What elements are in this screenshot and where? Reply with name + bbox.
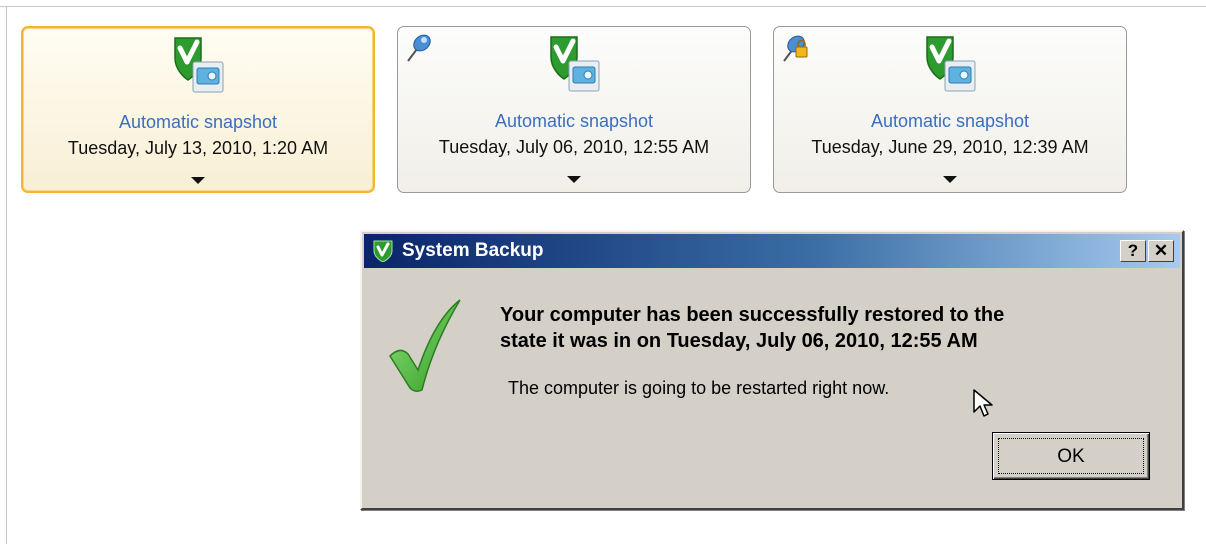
- success-message-line-1: Your computer has been successfully rest…: [500, 304, 1005, 326]
- system-backup-dialog: System Backup ? ✕ Your computer has been…: [360, 230, 1184, 510]
- snapshot-disk-icon: [926, 36, 976, 92]
- ok-button-label: OK: [998, 438, 1144, 474]
- snapshot-title[interactable]: Automatic snapshot: [23, 112, 373, 133]
- restart-notice: The computer is going to be restarted ri…: [508, 378, 890, 398]
- close-button[interactable]: ✕: [1148, 240, 1174, 262]
- success-check-icon: [389, 299, 461, 393]
- window-border-top: [0, 6, 1206, 7]
- snapshot-disk-icon: [550, 36, 600, 92]
- dropdown-arrow-icon[interactable]: [567, 176, 581, 183]
- snapshot-card-1[interactable]: Automatic snapshot Tuesday, July 13, 201…: [21, 26, 375, 193]
- locked-pin-icon: [783, 35, 808, 62]
- snapshot-card-2[interactable]: Automatic snapshot Tuesday, July 06, 201…: [397, 26, 751, 193]
- dialog-titlebar[interactable]: System Backup ? ✕: [364, 234, 1180, 268]
- success-message: Your computer has been successfully rest…: [500, 302, 1140, 354]
- snapshot-title[interactable]: Automatic snapshot: [774, 111, 1126, 132]
- ok-button[interactable]: OK: [992, 432, 1150, 480]
- snapshot-date: Tuesday, July 13, 2010, 1:20 AM: [67, 138, 329, 158]
- app-shield-icon: [373, 240, 393, 262]
- snapshot-disk-icon: [174, 37, 224, 93]
- pin-icon: [407, 34, 431, 62]
- snapshot-date: Tuesday, July 06, 2010, 12:55 AM: [438, 137, 710, 157]
- snapshot-title[interactable]: Automatic snapshot: [398, 111, 750, 132]
- snapshot-card-3[interactable]: Automatic snapshot Tuesday, June 29, 201…: [773, 26, 1127, 193]
- success-message-line-2: state it was in on Tuesday, July 06, 201…: [500, 330, 978, 352]
- dialog-title: System Backup: [402, 240, 544, 261]
- snapshot-date: Tuesday, June 29, 2010, 12:39 AM: [811, 137, 1089, 157]
- mouse-cursor-icon: [973, 389, 993, 417]
- window-border-left: [6, 6, 7, 544]
- help-button[interactable]: ?: [1120, 240, 1146, 262]
- dropdown-arrow-icon[interactable]: [191, 177, 205, 184]
- dropdown-arrow-icon[interactable]: [943, 176, 957, 183]
